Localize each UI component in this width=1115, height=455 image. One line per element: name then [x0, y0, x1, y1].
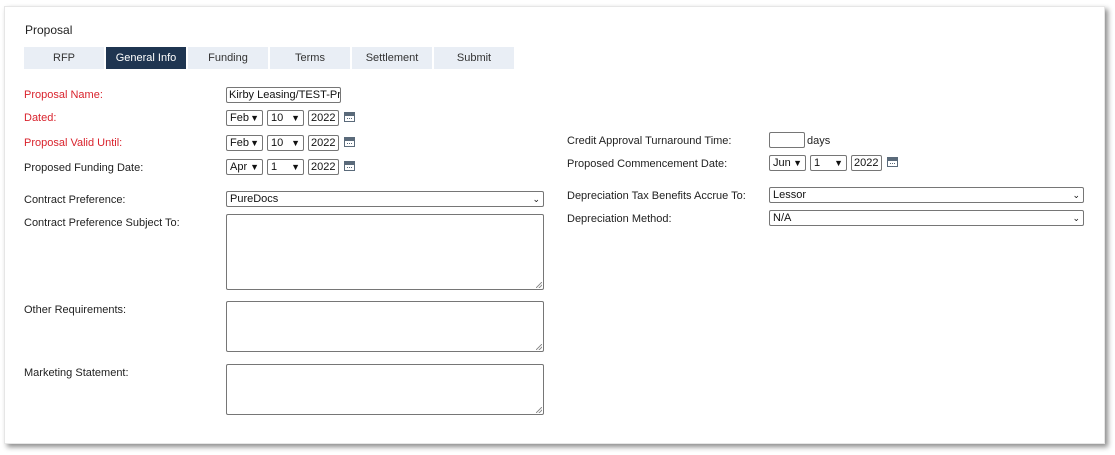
chevron-down-icon: ▼	[250, 138, 259, 148]
page-title: Proposal	[25, 23, 73, 37]
commencement-month-select[interactable]: Jun ▼	[769, 155, 806, 171]
chevron-down-icon: ▼	[834, 158, 843, 168]
proposal-name-input[interactable]: Kirby Leasing/TEST-Prev	[226, 87, 341, 103]
tab-funding[interactable]: Funding	[188, 47, 268, 69]
days-unit-label: days	[807, 135, 831, 147]
tab-bar: RFP General Info Funding Terms Settlemen…	[24, 47, 516, 69]
calendar-icon[interactable]	[344, 161, 355, 171]
calendar-icon[interactable]	[344, 112, 355, 122]
calendar-icon[interactable]	[344, 137, 355, 147]
contract-preference-label: Contract Preference:	[24, 194, 126, 206]
resize-grip-icon[interactable]	[536, 407, 542, 413]
proposal-name-label: Proposal Name:	[24, 89, 103, 101]
funding-date-year-input[interactable]: 2022	[308, 159, 339, 175]
valid-until-day-value: 10	[271, 137, 284, 149]
marketing-statement-label: Marketing Statement:	[24, 367, 129, 379]
commencement-year-input[interactable]: 2022	[851, 155, 882, 171]
depreciation-method-value: N/A	[773, 212, 792, 224]
contract-subject-label: Contract Preference Subject To:	[24, 217, 180, 229]
commencement-day-select[interactable]: 1 ▼	[810, 155, 847, 171]
valid-until-month-value: Feb	[230, 137, 249, 149]
credit-turnaround-label: Credit Approval Turnaround Time:	[567, 135, 732, 147]
funding-date-day-select[interactable]: 1 ▼	[267, 159, 304, 175]
chevron-down-icon: ▼	[291, 162, 300, 172]
calendar-icon[interactable]	[887, 157, 898, 167]
marketing-statement-textarea[interactable]	[226, 364, 544, 415]
resize-grip-icon[interactable]	[536, 282, 542, 288]
other-requirements-textarea[interactable]	[226, 301, 544, 352]
contract-preference-value: PureDocs	[230, 193, 279, 205]
chevron-down-icon: ▼	[250, 162, 259, 172]
dated-month-value: Feb	[230, 112, 249, 124]
dated-month-select[interactable]: Feb ▼	[226, 110, 263, 126]
chevron-down-icon: ▼	[291, 138, 300, 148]
depreciation-tax-value: Lessor	[773, 189, 807, 201]
chevron-down-icon: ⌄	[1072, 213, 1080, 223]
resize-grip-icon[interactable]	[536, 344, 542, 350]
funding-date-month-value: Apr	[230, 161, 248, 173]
depreciation-tax-label: Depreciation Tax Benefits Accrue To:	[567, 190, 746, 202]
tab-submit[interactable]: Submit	[434, 47, 514, 69]
dated-day-select[interactable]: 10 ▼	[267, 110, 304, 126]
contract-preference-select[interactable]: PureDocs ⌄	[226, 191, 544, 207]
funding-date-month-select[interactable]: Apr ▼	[226, 159, 263, 175]
dated-day-value: 10	[271, 112, 284, 124]
valid-until-month-select[interactable]: Feb ▼	[226, 135, 263, 151]
tab-general-info[interactable]: General Info	[106, 47, 186, 69]
depreciation-tax-select[interactable]: Lessor ⌄	[769, 187, 1084, 203]
chevron-down-icon: ▼	[793, 158, 802, 168]
funding-date-label: Proposed Funding Date:	[24, 162, 144, 174]
valid-until-label: Proposal Valid Until:	[24, 137, 123, 149]
depreciation-method-label: Depreciation Method:	[567, 213, 672, 225]
dated-year-input[interactable]: 2022	[308, 110, 339, 126]
credit-turnaround-input[interactable]	[769, 132, 805, 148]
chevron-down-icon: ⌄	[532, 194, 540, 204]
contract-subject-textarea[interactable]	[226, 214, 544, 290]
commencement-date-label: Proposed Commencement Date:	[567, 158, 728, 170]
commencement-day-value: 1	[814, 157, 821, 169]
depreciation-method-select[interactable]: N/A ⌄	[769, 210, 1084, 226]
chevron-down-icon: ▼	[291, 113, 300, 123]
valid-until-day-select[interactable]: 10 ▼	[267, 135, 304, 151]
chevron-down-icon: ▼	[250, 113, 259, 123]
proposal-panel: Proposal RFP General Info Funding Terms …	[4, 6, 1105, 444]
tab-rfp[interactable]: RFP	[24, 47, 104, 69]
dated-label: Dated:	[24, 112, 57, 124]
funding-date-day-value: 1	[271, 161, 278, 173]
chevron-down-icon: ⌄	[1072, 190, 1080, 200]
commencement-month-value: Jun	[773, 157, 791, 169]
other-requirements-label: Other Requirements:	[24, 304, 127, 316]
tab-settlement[interactable]: Settlement	[352, 47, 432, 69]
valid-until-year-input[interactable]: 2022	[308, 135, 339, 151]
tab-terms[interactable]: Terms	[270, 47, 350, 69]
